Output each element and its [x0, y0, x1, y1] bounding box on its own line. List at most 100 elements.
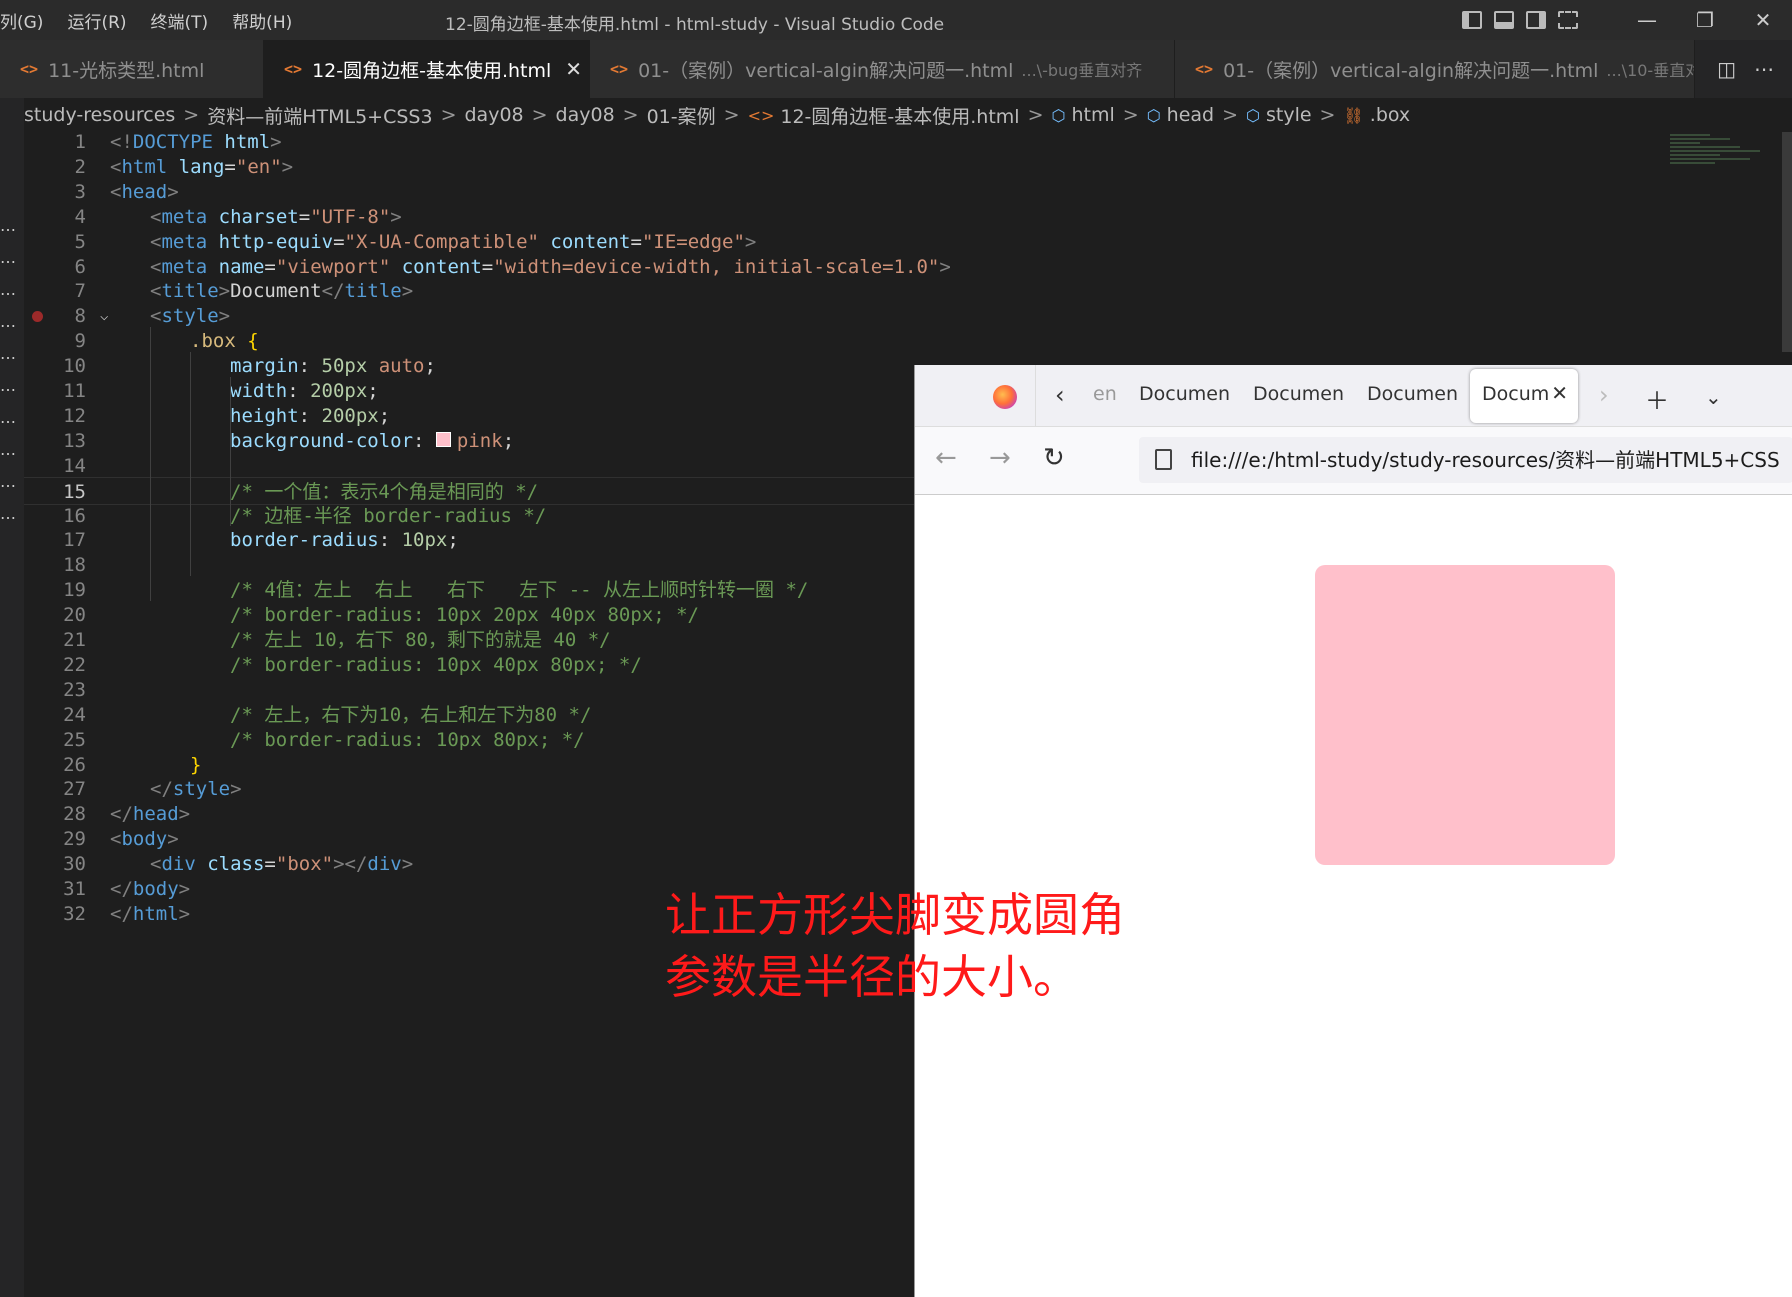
html-file-icon: <>: [1195, 60, 1214, 78]
breadcrumb-item[interactable]: head: [1167, 104, 1214, 126]
code-token: </: [110, 803, 133, 826]
code-token: >: [218, 280, 231, 303]
code-token: http-equiv: [207, 230, 334, 253]
breadcrumb-item[interactable]: study-resources: [24, 104, 175, 126]
scroll-tabs-left-icon[interactable]: ‹: [1055, 381, 1065, 409]
breadcrumb-item[interactable]: 01-案例: [647, 102, 716, 129]
color-swatch-icon[interactable]: [435, 431, 451, 447]
code-token: head: [121, 180, 168, 203]
code-token: </: [110, 878, 133, 900]
browser-window: ‹ en Documen Documen Documen Docum ✕ › ＋…: [914, 365, 1792, 1297]
code-token: div: [161, 853, 196, 876]
code-token: =: [630, 230, 642, 253]
close-tab-icon[interactable]: ✕: [1551, 381, 1568, 405]
breadcrumb-item[interactable]: day08: [556, 104, 615, 126]
code-token: /* 边框-半径 border-radius */: [230, 504, 547, 527]
code-token: </: [110, 902, 133, 925]
list-tabs-icon[interactable]: ⌄: [1705, 385, 1722, 409]
close-button[interactable]: ✕: [1734, 8, 1792, 32]
code-token: <: [110, 828, 122, 851]
new-tab-icon[interactable]: ＋: [1645, 381, 1669, 416]
code-token: div: [367, 853, 402, 876]
menu-item-run[interactable]: 运行(R): [67, 8, 126, 33]
indent-guide: [190, 352, 191, 577]
tab-label: 11-光标类型.html: [48, 59, 205, 82]
breadcrumb-item[interactable]: 资料—前端HTML5+CSS3: [207, 102, 432, 129]
code-token: =: [224, 155, 236, 178]
toggle-secondary-sidebar-icon[interactable]: [1526, 11, 1546, 29]
browser-tab[interactable]: en: [1093, 383, 1117, 405]
code-token: <: [150, 205, 162, 228]
breadcrumb-item[interactable]: 12-圆角边框-基本使用.html: [780, 102, 1019, 129]
breadcrumb-item[interactable]: html: [1071, 104, 1114, 126]
tab-vertical-align[interactable]: <> 01-（案例）vertical-algin解决问题一.html ...\1…: [1175, 40, 1695, 98]
reload-icon[interactable]: ↻: [1043, 443, 1065, 473]
browser-tab[interactable]: Documen: [1253, 383, 1347, 405]
code-editor[interactable]: 1 <!DOCTYPE html> 2 <html lang="en"> 3 <head>…: [24, 131, 1754, 1297]
url-text: file:///e:/html-study/study-resources/资料…: [1191, 448, 1780, 472]
code-token: "en": [235, 155, 282, 178]
breadcrumb-item[interactable]: .box: [1370, 104, 1410, 126]
menu-item-help[interactable]: 帮助(H): [232, 8, 292, 33]
breadcrumb-item[interactable]: style: [1266, 104, 1312, 126]
code-token: background-color: [230, 429, 414, 452]
code-token: =: [481, 255, 494, 278]
layout-controls: [1462, 11, 1578, 29]
code-token: /* 左上 10，右下 80，剩下的就是 40 */: [230, 629, 611, 651]
code-token: margin: [230, 355, 299, 378]
tab-cursor-types[interactable]: <> 11-光标类型.html: [0, 40, 264, 98]
code-token: /* 4值：左上 右上 右下 左下 -- 从左上顺时针转一圈 */: [230, 579, 809, 602]
menu-item-terminal[interactable]: 终端(T): [151, 8, 209, 33]
browser-tab-active[interactable]: Docum ✕: [1470, 369, 1578, 423]
customize-layout-icon[interactable]: [1558, 11, 1578, 29]
tab-rounded-border[interactable]: <> 12-圆角边框-基本使用.html ✕: [264, 40, 590, 98]
scroll-tabs-right-icon[interactable]: ›: [1599, 381, 1609, 409]
firefox-icon[interactable]: [993, 385, 1017, 409]
browser-tab[interactable]: Documen: [1139, 383, 1233, 405]
code-token: }: [190, 753, 202, 776]
restore-button[interactable]: ❐: [1676, 8, 1734, 32]
rounded-pink-box: [1315, 565, 1615, 865]
browser-tab[interactable]: Documen: [1367, 383, 1461, 405]
close-tab-icon[interactable]: ✕: [565, 57, 582, 81]
code-token: >: [744, 230, 757, 253]
forward-icon[interactable]: →: [989, 443, 1011, 473]
code-token: <: [110, 155, 122, 178]
minimap[interactable]: [1670, 132, 1780, 192]
code-token: ;: [367, 380, 379, 402]
code-token: body: [121, 828, 168, 851]
code-token: lang: [167, 155, 225, 178]
code-token: title: [344, 280, 402, 303]
annotation-line-2: 参数是半径的大小。: [665, 950, 1079, 1004]
code-token: "box": [275, 853, 334, 876]
code-token: >: [401, 280, 414, 303]
line-number: 32: [63, 902, 86, 925]
code-token: ;: [424, 355, 436, 378]
editor-scrollbar[interactable]: [1782, 132, 1792, 352]
code-token: content: [390, 255, 482, 278]
code-token: :: [413, 429, 436, 452]
code-token: =: [264, 255, 276, 278]
code-token: =: [264, 853, 276, 876]
code-token: >: [178, 803, 191, 826]
code-token: "X-UA-Compatible": [344, 230, 539, 253]
breadcrumb-item[interactable]: day08: [465, 104, 524, 126]
toggle-sidebar-icon[interactable]: [1462, 11, 1482, 29]
css-selector-icon: ⛓: [1343, 105, 1364, 125]
menu-item-run-partial[interactable]: 列(G): [0, 8, 43, 33]
back-icon[interactable]: ←: [935, 443, 957, 473]
split-editor-icon[interactable]: ◫: [1717, 57, 1736, 81]
code-token: >: [167, 828, 179, 851]
code-token: <: [150, 280, 162, 303]
code-token: <: [150, 255, 162, 278]
code-token: =: [333, 230, 345, 253]
tab-vertical-align-bug[interactable]: <> 01-（案例）vertical-algin解决问题一.html ...\-…: [590, 40, 1175, 98]
code-token: :: [287, 380, 311, 402]
toggle-panel-icon[interactable]: [1494, 11, 1514, 29]
minimize-button[interactable]: —: [1618, 8, 1676, 32]
more-actions-icon[interactable]: ⋯: [1754, 57, 1774, 81]
code-token: pink: [456, 429, 503, 452]
url-bar[interactable]: file:///e:/html-study/study-resources/资料…: [1139, 437, 1792, 483]
code-token: ></: [333, 853, 368, 876]
element-icon: ⬡: [1146, 105, 1161, 125]
